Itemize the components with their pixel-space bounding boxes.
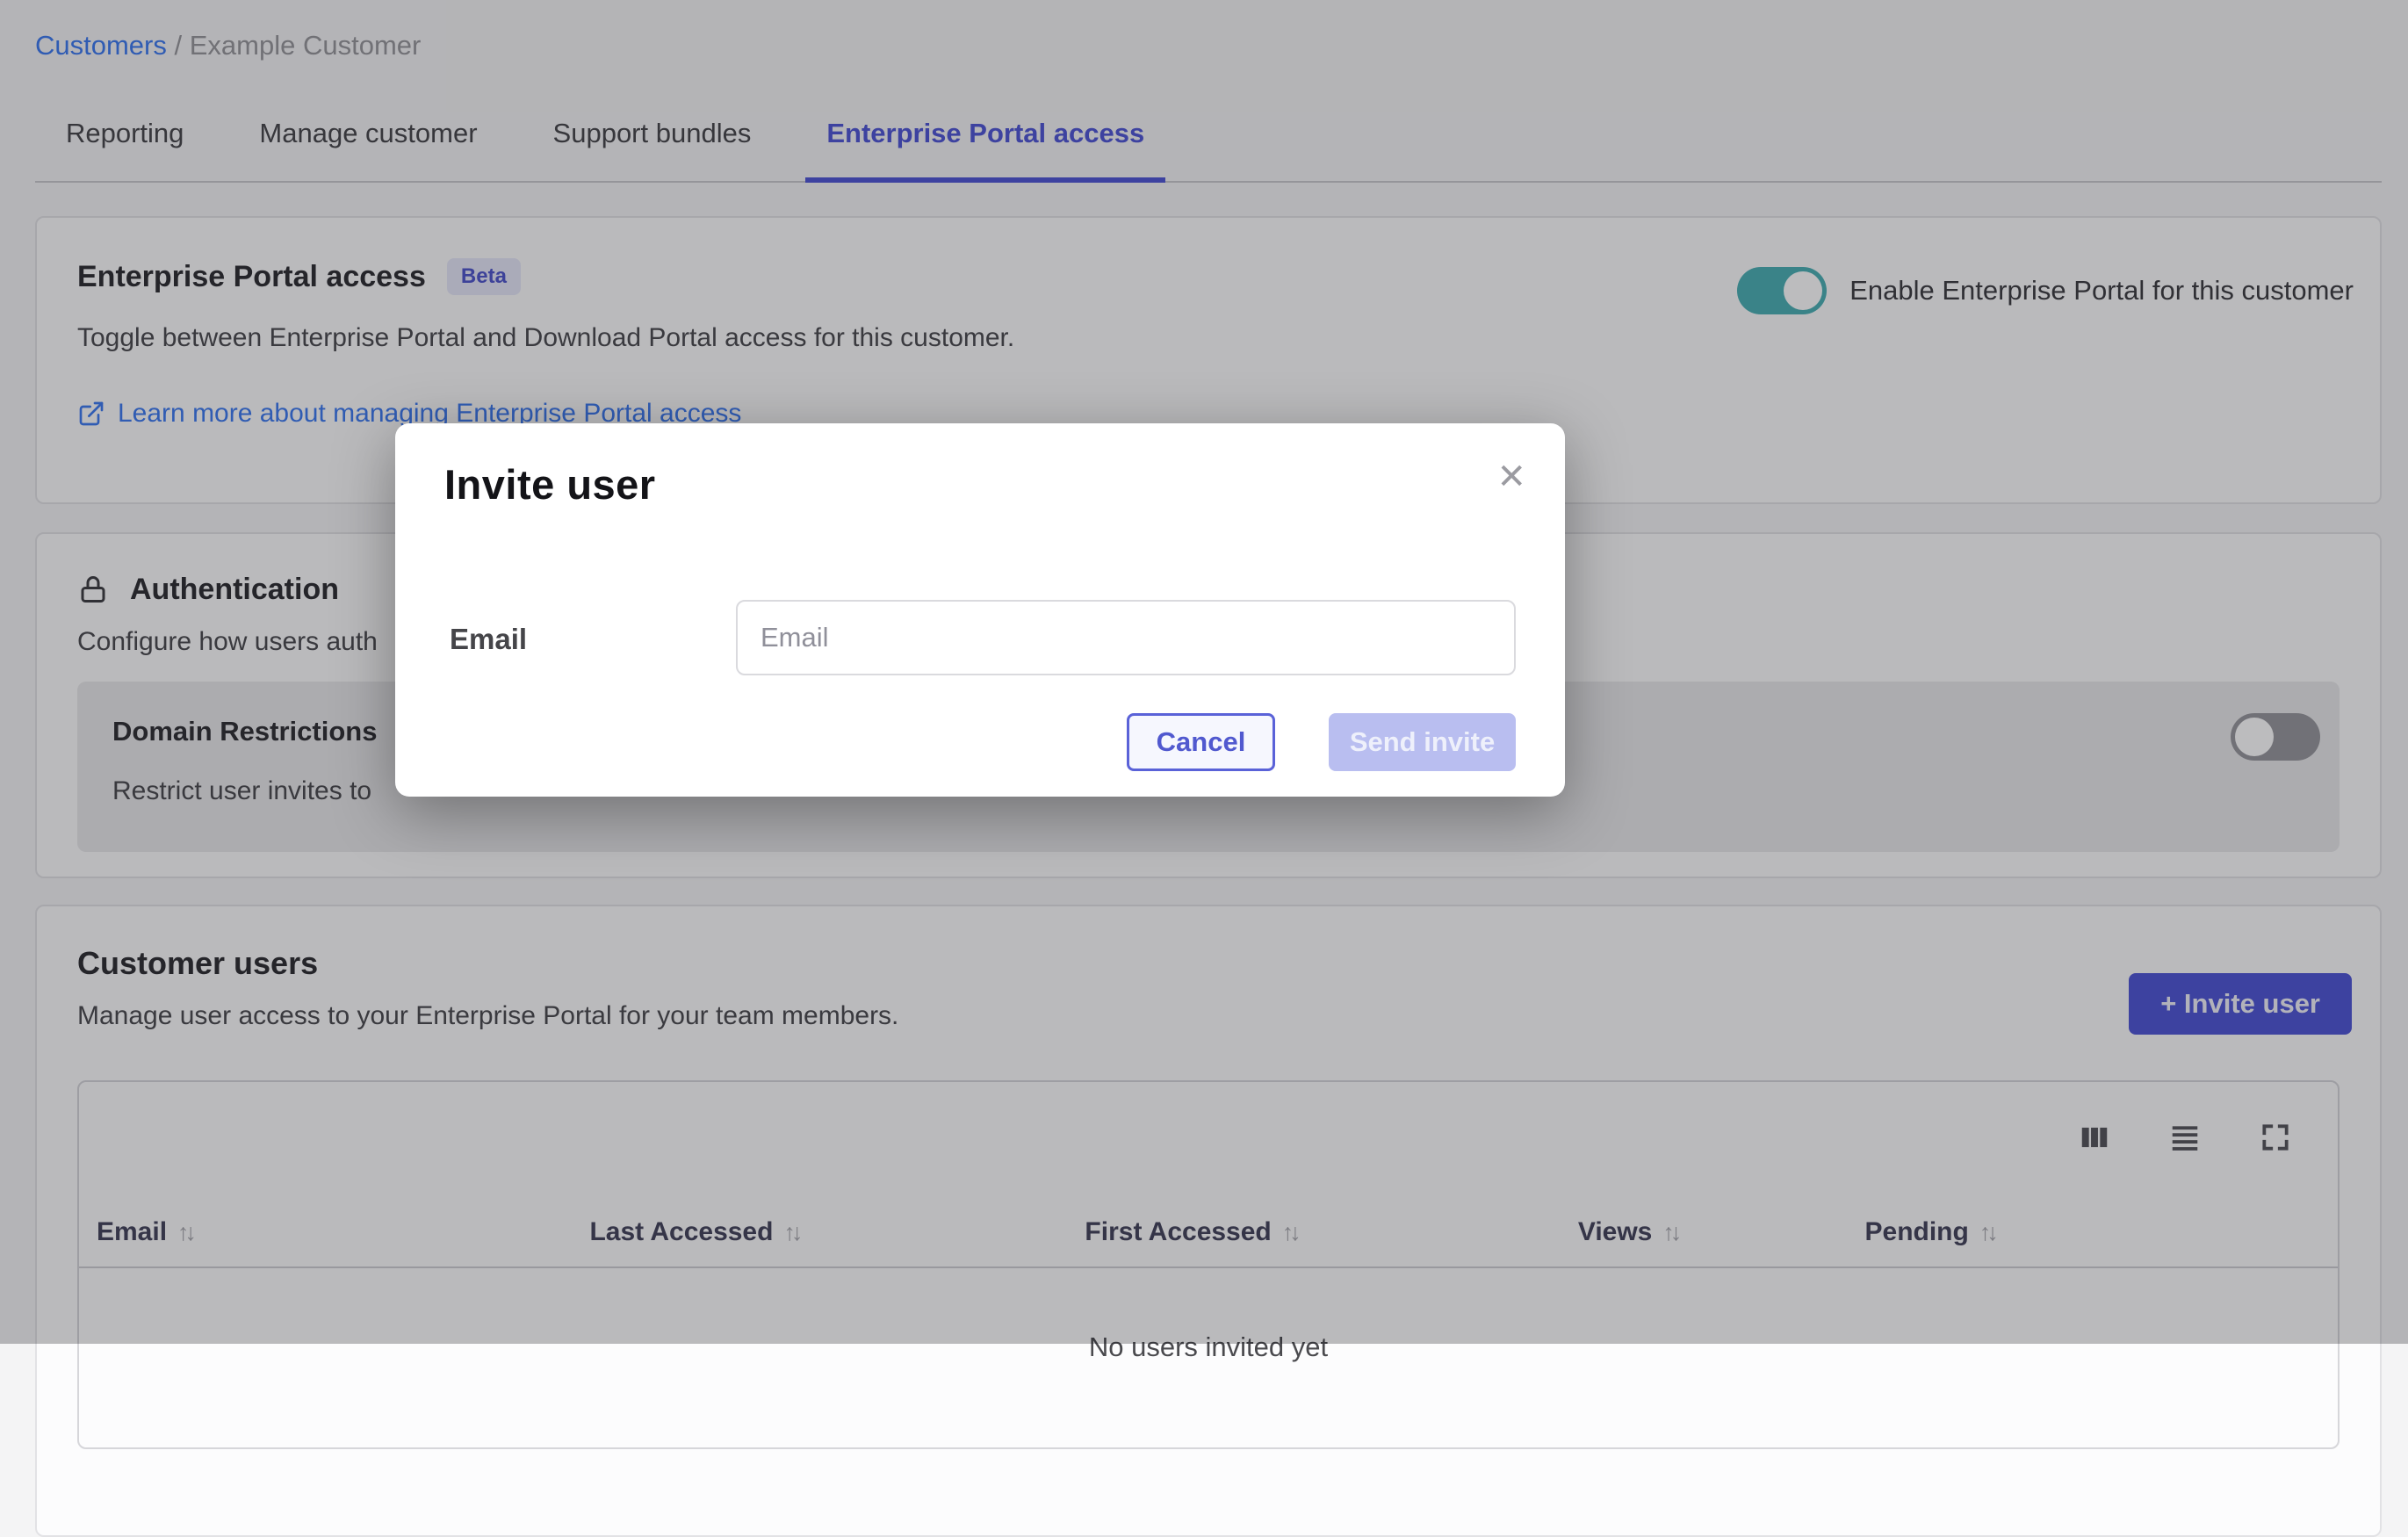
invite-user-modal: Invite user ✕ Email Cancel Send invite: [395, 423, 1565, 797]
modal-title: Invite user: [444, 460, 656, 509]
close-icon[interactable]: ✕: [1496, 457, 1526, 497]
send-invite-button[interactable]: Send invite: [1329, 713, 1516, 771]
email-field[interactable]: [736, 600, 1516, 675]
email-label: Email: [450, 623, 527, 656]
cancel-button[interactable]: Cancel: [1127, 713, 1275, 771]
